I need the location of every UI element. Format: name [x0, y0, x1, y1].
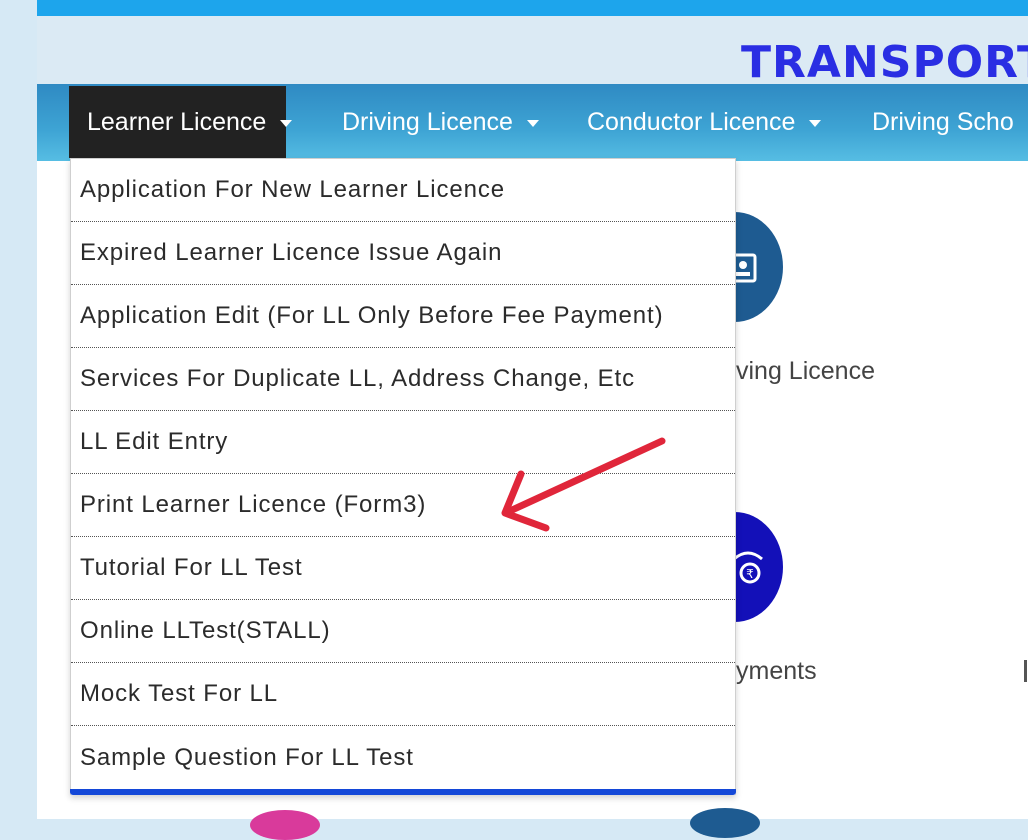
learner-licence-dropdown-menu: Application For New Learner Licence Expi…: [70, 158, 736, 795]
nav-learner-licence[interactable]: Learner Licence: [69, 86, 293, 158]
menu-item-duplicate-ll-services[interactable]: Services For Duplicate LL, Address Chang…: [71, 348, 735, 411]
nav-conductor-licence-label: Conductor Licence: [587, 107, 796, 136]
payments-tile-label[interactable]: yments: [736, 657, 817, 686]
chevron-down-icon: [809, 119, 822, 127]
dropdown-accent-bar: [70, 789, 736, 795]
chevron-down-icon: [280, 119, 293, 127]
svg-text:₹: ₹: [746, 567, 754, 581]
partial-tile-edge: [1024, 660, 1027, 682]
menu-item-online-ll-test[interactable]: Online LLTest(STALL): [71, 600, 735, 663]
nav-learner-licence-label: Learner Licence: [87, 107, 267, 136]
menu-item-expired-ll-issue-again[interactable]: Expired Learner Licence Issue Again: [71, 222, 735, 285]
site-brand-title: TRANSPORT: [741, 37, 1028, 88]
nav-driving-licence-label: Driving Licence: [342, 107, 513, 136]
nav-driving-licence[interactable]: Driving Licence: [342, 86, 539, 158]
partial-service-icon: [690, 808, 760, 838]
nav-conductor-licence[interactable]: Conductor Licence: [587, 86, 822, 158]
chevron-down-icon: [526, 119, 539, 127]
menu-item-mock-test[interactable]: Mock Test For LL: [71, 663, 735, 726]
driving-licence-tile-label[interactable]: ving Licence: [736, 357, 875, 386]
menu-item-tutorial-ll-test[interactable]: Tutorial For LL Test: [71, 537, 735, 600]
nav-driving-school[interactable]: Driving Scho: [872, 86, 1014, 158]
menu-item-print-learner-licence[interactable]: Print Learner Licence (Form3): [71, 474, 735, 537]
menu-item-new-learner-licence[interactable]: Application For New Learner Licence: [71, 159, 735, 222]
menu-item-ll-edit-entry[interactable]: LL Edit Entry: [71, 411, 735, 474]
menu-item-sample-questions[interactable]: Sample Question For LL Test: [71, 726, 735, 789]
header: TRANSPORT: [37, 16, 1028, 88]
top-accent-bar: [37, 0, 1028, 16]
menu-item-application-edit[interactable]: Application Edit (For LL Only Before Fee…: [71, 285, 735, 348]
nav-driving-school-label: Driving Scho: [872, 107, 1014, 136]
partial-service-icon: [250, 810, 320, 840]
